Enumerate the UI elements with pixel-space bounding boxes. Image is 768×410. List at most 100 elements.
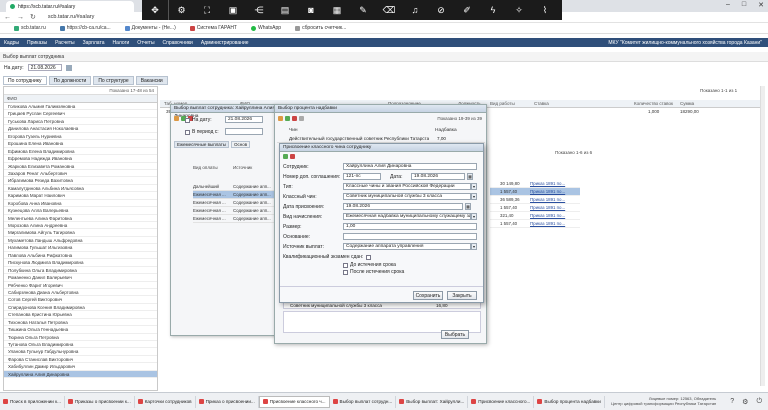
taskbar-tab[interactable]: Карточки сотрудников xyxy=(135,395,196,408)
calendar-icon[interactable]: ▦ xyxy=(465,203,471,210)
calendar-icon[interactable]: ▦ xyxy=(467,173,473,180)
list-item[interactable]: Фарова Станислав Викторович xyxy=(4,356,157,364)
list-item[interactable]: Голикова Альмия Галимзяновна xyxy=(4,103,157,111)
exit-icon[interactable]: ⏻ xyxy=(756,398,762,406)
list-item[interactable]: Полубкина Ольга Владимировна xyxy=(4,267,157,275)
url-field[interactable]: scb.tatar.ru/#salary xyxy=(48,14,94,20)
share-icon[interactable]: ⋲ xyxy=(246,0,272,20)
col-work-type[interactable]: Вид работы xyxy=(490,101,515,106)
select-button[interactable]: Выбрать xyxy=(441,330,469,339)
taskbar-tab[interactable]: Приказ о присвоении... xyxy=(196,395,259,408)
bookmark-item[interactable]: https://cb-ca.ru/ca... xyxy=(59,25,111,31)
list-item[interactable]: Романенко Данил Валерьевич xyxy=(4,274,157,282)
list-item[interactable]: Морозова Алина Андреевна xyxy=(4,222,157,230)
tab-main[interactable]: Основ xyxy=(231,141,251,148)
menu-item[interactable]: Отчеты xyxy=(137,40,154,46)
brush-icon[interactable]: ⌇ xyxy=(532,0,558,20)
table-row[interactable]: Действительный государственный советник … xyxy=(277,135,485,143)
menu-item[interactable]: Кадры xyxy=(4,40,19,46)
basis-field[interactable] xyxy=(343,233,477,240)
list-item[interactable]: Ефимова Елена Владимировна xyxy=(4,148,157,156)
list-item[interactable]: Камалутдинова Альбина Ильясовна xyxy=(4,185,157,193)
pen-icon[interactable]: ✐ xyxy=(454,0,480,20)
table-row[interactable]: Ежемесячная ... Содержание апп... xyxy=(193,207,275,215)
table-row[interactable]: 1 557,40 Приказ 1891 по... xyxy=(490,188,580,196)
save-button[interactable]: Сохранить xyxy=(413,291,443,300)
list-item[interactable]: Тюрина Ольга Петровна xyxy=(4,334,157,341)
crop-icon[interactable]: ⛶ xyxy=(194,0,220,20)
table-row[interactable]: 30 149,80 Приказ 1891 по... xyxy=(490,180,580,188)
size-field[interactable]: 1,00 xyxy=(343,223,477,230)
source-select[interactable]: Содержание аппарата управления xyxy=(343,243,471,250)
page-scrollbar[interactable] xyxy=(760,86,765,386)
minimize-icon[interactable]: – xyxy=(726,1,730,9)
close-icon[interactable]: ✕ xyxy=(758,1,764,9)
refresh-icon[interactable] xyxy=(299,116,304,121)
taskbar-tab[interactable]: Присвоение классного... xyxy=(468,395,535,408)
music-icon[interactable]: ♫ xyxy=(402,0,428,20)
list-item[interactable]: Хабибуллин Дамир Ильдарович xyxy=(4,363,157,371)
tab-by-employee[interactable]: По сотруднику xyxy=(3,76,47,85)
pd-date-input[interactable]: 21.08.2026 xyxy=(225,116,263,123)
tab-by-structure[interactable]: По структуре xyxy=(93,76,134,85)
table-row[interactable]: 36 589,36 Приказ 1891 по... xyxy=(490,196,580,204)
order-link[interactable]: Приказ 1891 по... xyxy=(530,221,565,226)
list-item[interactable]: Пискунова Людмила Владимировна xyxy=(4,259,157,267)
lightning-icon[interactable]: ϟ xyxy=(480,0,506,20)
list-item[interactable]: Коробова Анна Ивановна xyxy=(4,200,157,208)
settings-icon[interactable]: ⚙ xyxy=(742,398,748,406)
doc-number-field[interactable]: 121-пс xyxy=(343,173,381,180)
delete-icon[interactable] xyxy=(292,116,297,121)
order-link[interactable]: Приказ 1891 по... xyxy=(530,189,565,194)
bookmark-item[interactable]: Система ГАРАНТ xyxy=(189,25,237,31)
bookmark-item[interactable]: scb.tatar.ru xyxy=(14,25,46,31)
bookmark-item[interactable]: сбросить счетчик... xyxy=(295,25,346,31)
sparkle-icon[interactable]: ✧ xyxy=(506,0,532,20)
table-row[interactable]: Дальнейший Содержание апп... xyxy=(193,183,275,191)
list-item[interactable]: Каримова Марат Наилович xyxy=(4,192,157,200)
order-link[interactable]: Приказ 1891 по... xyxy=(530,181,565,186)
list-item[interactable]: Уланова Гульнур Габдульнуровна xyxy=(4,348,157,356)
list-item[interactable]: Тутанова Ольга Владимировна xyxy=(4,341,157,349)
cancel-icon[interactable] xyxy=(290,154,295,159)
tab-vacancies[interactable]: Вакансии xyxy=(135,76,168,85)
maximize-icon[interactable]: □ xyxy=(742,1,746,9)
table-row[interactable]: 1 557,40 Приказ 1891 по... xyxy=(490,220,580,228)
chevron-down-icon[interactable]: ▾ xyxy=(471,213,477,220)
pd-period-input[interactable] xyxy=(225,128,263,135)
menu-item[interactable]: Зарплата xyxy=(83,40,105,46)
chevron-down-icon[interactable]: ▾ xyxy=(471,243,477,250)
table-row[interactable]: Ежемесячная ... Содержание апп... xyxy=(193,191,275,199)
list-item[interactable]: Мухаметова Ландыш Альфредовна xyxy=(4,237,157,245)
save-icon[interactable] xyxy=(283,154,288,159)
list-item[interactable]: Гуськова Лариса Петровна xyxy=(4,118,157,126)
list-item[interactable]: Грицаев Руслан Сергеевич xyxy=(4,110,157,118)
menu-item[interactable]: Налоги xyxy=(112,40,129,46)
table-row[interactable]: Ежемесячная ... Содержание апп... xyxy=(193,215,275,223)
list-item[interactable]: Павлова Альбина Рифкатовна xyxy=(4,252,157,260)
list-item[interactable]: Сабирзянова Диана Альбертовна xyxy=(4,289,157,297)
list-item[interactable]: Сотов Сергей Викторович xyxy=(4,296,157,304)
date-input[interactable]: 21.08.2026 xyxy=(27,64,62,71)
move-icon[interactable]: ✥ xyxy=(142,0,168,20)
menu-item[interactable]: Приказы xyxy=(27,40,47,46)
browser-tab[interactable]: https://scb.tatar.ru/#salary xyxy=(6,1,134,12)
col-rate[interactable]: Ставка xyxy=(534,101,549,106)
table-row[interactable]: 321,40 Приказ 1891 по... xyxy=(490,212,580,220)
list-item[interactable]: Ефремова Надежда Ивановна xyxy=(4,155,157,163)
list-item[interactable]: Тихонова Наталья Петровна xyxy=(4,319,157,327)
chevron-down-icon[interactable]: ▾ xyxy=(471,193,477,200)
taskbar-tab[interactable]: Поиск в приложении к... xyxy=(0,395,65,408)
add-icon[interactable] xyxy=(278,116,283,121)
list-item[interactable]: Хайруллина Алия Динаровна xyxy=(4,370,157,379)
order-link[interactable]: Приказ 1891 по... xyxy=(530,205,565,210)
tab-by-position[interactable]: По должности xyxy=(48,76,92,85)
clipboard-icon[interactable]: ▤ xyxy=(272,0,298,20)
list-item[interactable]: Тишкина Ольга Геннадьевна xyxy=(4,326,157,334)
type-select[interactable]: Классные чины и звания Российской Федера… xyxy=(343,183,471,190)
list-item[interactable]: Миргалимова Айгуль Тагировна xyxy=(4,229,157,237)
assign-date-field[interactable]: 19.08.2026 xyxy=(343,203,463,210)
order-link[interactable]: Приказ 1891 по... xyxy=(530,213,565,218)
list-item[interactable]: Спиридонова Ксения Владимировна xyxy=(4,304,157,312)
date-checkbox[interactable] xyxy=(185,117,190,123)
